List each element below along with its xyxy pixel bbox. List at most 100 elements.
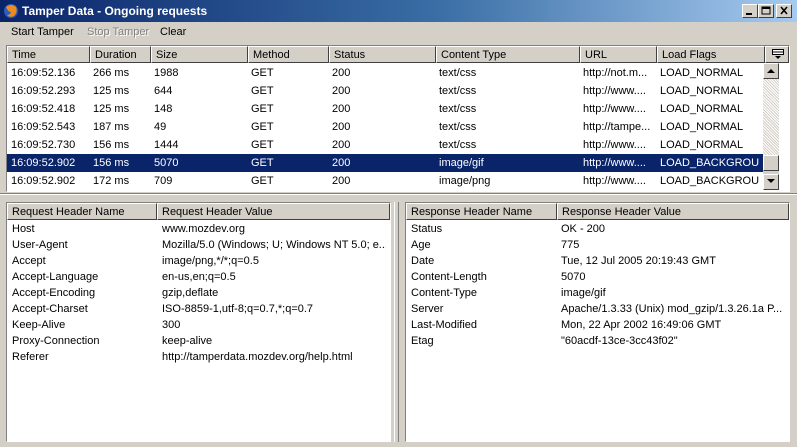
cell-content-type: text/css <box>439 139 477 151</box>
header-row[interactable]: Last-Modified Mon, 22 Apr 2002 16:49:06 G… <box>406 318 789 334</box>
arrow-up-icon <box>767 69 775 73</box>
header-row[interactable]: User-Agent Mozilla/5.0 (Windows; U; Windo… <box>7 238 390 254</box>
cell-status: 200 <box>332 103 351 115</box>
header-row[interactable]: Keep-Alive 300 <box>7 318 390 334</box>
header-value: Apache/1.3.33 (Unix) mod_gzip/1.3.26.1a … <box>561 303 783 315</box>
header-value: Mozilla/5.0 (Windows; U; Windows NT 5.0;… <box>162 239 386 251</box>
header-row[interactable]: Host www.mozdev.org <box>7 222 390 238</box>
cell-duration: 156 ms <box>93 157 130 169</box>
scroll-down-button[interactable] <box>763 174 779 190</box>
cell-time: 16:09:52.136 <box>11 67 76 79</box>
table-row[interactable]: 16:09:52.543 187 ms 49 GET 200 text/css http:/… <box>7 118 763 136</box>
cell-duration: 172 ms <box>93 175 130 187</box>
header-row[interactable]: Accept-Charset ISO-8859-1,utf-8;q=0.7,*;q… <box>7 302 390 318</box>
header-value: 300 <box>162 319 181 331</box>
stop-tamper-button[interactable]: Stop Tamper <box>87 26 149 38</box>
scroll-thumb[interactable] <box>763 155 779 171</box>
table-row[interactable]: 16:09:52.293 125 ms 644 GET 200 text/css http:… <box>7 82 763 100</box>
column-header-duration[interactable]: Duration <box>90 46 151 63</box>
cell-load-flags: LOAD_NORMAL <box>660 85 744 97</box>
header-name: Date <box>411 255 435 267</box>
cell-method: GET <box>251 103 274 115</box>
header-value: gzip,deflate <box>162 287 219 299</box>
header-row[interactable]: Server Apache/1.3.33 (Unix) mod_gzip/1.3.… <box>406 302 789 318</box>
header-row[interactable]: Accept-Encoding gzip,deflate <box>7 286 390 302</box>
vertical-splitter[interactable] <box>392 202 402 442</box>
header-name: Status <box>411 223 443 235</box>
cell-status: 200 <box>332 157 351 169</box>
table-row[interactable]: 16:09:52.902 156 ms 5070 GET 200 image/gif htt… <box>7 154 763 172</box>
cell-method: GET <box>251 121 274 133</box>
maximize-button[interactable] <box>758 4 774 18</box>
header-row[interactable]: Accept-Language en-us,en;q=0.5 <box>7 270 390 286</box>
cell-load-flags: LOAD_NORMAL <box>660 103 744 115</box>
column-header-method[interactable]: Method <box>248 46 329 63</box>
clear-button[interactable]: Clear <box>160 26 186 38</box>
cell-load-flags: LOAD_NORMAL <box>660 121 744 133</box>
column-header-response-value[interactable]: Response Header Value <box>557 203 789 220</box>
column-header-size[interactable]: Size <box>151 46 248 63</box>
column-header-load-flags[interactable]: Load Flags <box>657 46 765 63</box>
header-row[interactable]: Content-Length 5070 <box>406 270 789 286</box>
column-header-response-name[interactable]: Response Header Name <box>406 203 557 220</box>
cell-content-type: text/css <box>439 85 477 97</box>
firefox-icon <box>4 4 18 18</box>
header-name: Host <box>12 223 35 235</box>
cell-duration: 266 ms <box>93 67 130 79</box>
cell-method: GET <box>251 139 274 151</box>
cell-size: 1444 <box>154 139 179 151</box>
header-value: en-us,en;q=0.5 <box>162 271 236 283</box>
requests-table: Time Duration Size Method Status Content… <box>6 45 790 192</box>
cell-size: 1988 <box>154 67 179 79</box>
cell-time: 16:09:52.730 <box>11 139 76 151</box>
column-header-request-value[interactable]: Request Header Value <box>157 203 390 220</box>
close-button[interactable] <box>776 4 792 18</box>
header-row[interactable]: Accept image/png,*/*;q=0.5 <box>7 254 390 270</box>
header-row[interactable]: Status OK - 200 <box>406 222 789 238</box>
cell-method: GET <box>251 157 274 169</box>
horizontal-splitter[interactable] <box>0 193 797 195</box>
header-row[interactable]: Date Tue, 12 Jul 2005 20:19:43 GMT <box>406 254 789 270</box>
header-name: Accept-Encoding <box>12 287 96 299</box>
table-row[interactable]: 16:09:52.418 125 ms 148 GET 200 text/css http:… <box>7 100 763 118</box>
header-value: Tue, 12 Jul 2005 20:19:43 GMT <box>561 255 716 267</box>
header-name: Accept-Language <box>12 271 99 283</box>
header-row[interactable]: Referer http://tamperdata.mozdev.org/help… <box>7 350 390 366</box>
cell-size: 5070 <box>154 157 179 169</box>
cell-content-type: image/gif <box>439 157 484 169</box>
header-value: www.mozdev.org <box>162 223 245 235</box>
cell-url: http://www.... <box>583 139 646 151</box>
column-picker-button[interactable] <box>765 46 789 63</box>
table-row[interactable]: 16:09:52.902 172 ms 709 GET 200 image/png http… <box>7 172 763 190</box>
header-value: 775 <box>561 239 580 251</box>
start-tamper-button[interactable]: Start Tamper <box>11 26 74 38</box>
column-header-time[interactable]: Time <box>7 46 90 63</box>
toolbar: Start Tamper Stop Tamper Clear <box>0 22 797 42</box>
header-row[interactable]: Content-Type image/gif <box>406 286 789 302</box>
header-row[interactable]: Etag "60acdf-13ce-3cc43f02" <box>406 334 789 350</box>
table-row[interactable]: 16:09:52.730 156 ms 1444 GET 200 text/css http… <box>7 136 763 154</box>
cell-load-flags: LOAD_BACKGROU... <box>660 157 760 169</box>
column-header-request-name[interactable]: Request Header Name <box>7 203 157 220</box>
cell-content-type: text/css <box>439 67 477 79</box>
cell-size: 148 <box>154 103 173 115</box>
header-name: Last-Modified <box>411 319 478 331</box>
cell-method: GET <box>251 175 274 187</box>
header-name: Etag <box>411 335 434 347</box>
minimize-button[interactable] <box>742 4 758 18</box>
requests-scrollbar[interactable] <box>763 63 779 190</box>
column-header-content-type[interactable]: Content Type <box>436 46 580 63</box>
header-row[interactable]: Proxy-Connection keep-alive <box>7 334 390 350</box>
cell-duration: 187 ms <box>93 121 130 133</box>
scroll-track[interactable] <box>763 79 779 155</box>
header-row[interactable]: Age 775 <box>406 238 789 254</box>
cell-url: http://www.... <box>583 157 646 169</box>
scroll-up-button[interactable] <box>763 63 779 79</box>
header-value: ISO-8859-1,utf-8;q=0.7,*;q=0.7 <box>162 303 314 315</box>
header-name: User-Agent <box>12 239 68 251</box>
column-header-url[interactable]: URL <box>580 46 657 63</box>
table-row[interactable]: 16:09:52.136 266 ms 1988 GET 200 text/css http… <box>7 64 763 82</box>
column-header-status[interactable]: Status <box>329 46 436 63</box>
cell-url: http://www.... <box>583 175 646 187</box>
header-value: keep-alive <box>162 335 213 347</box>
